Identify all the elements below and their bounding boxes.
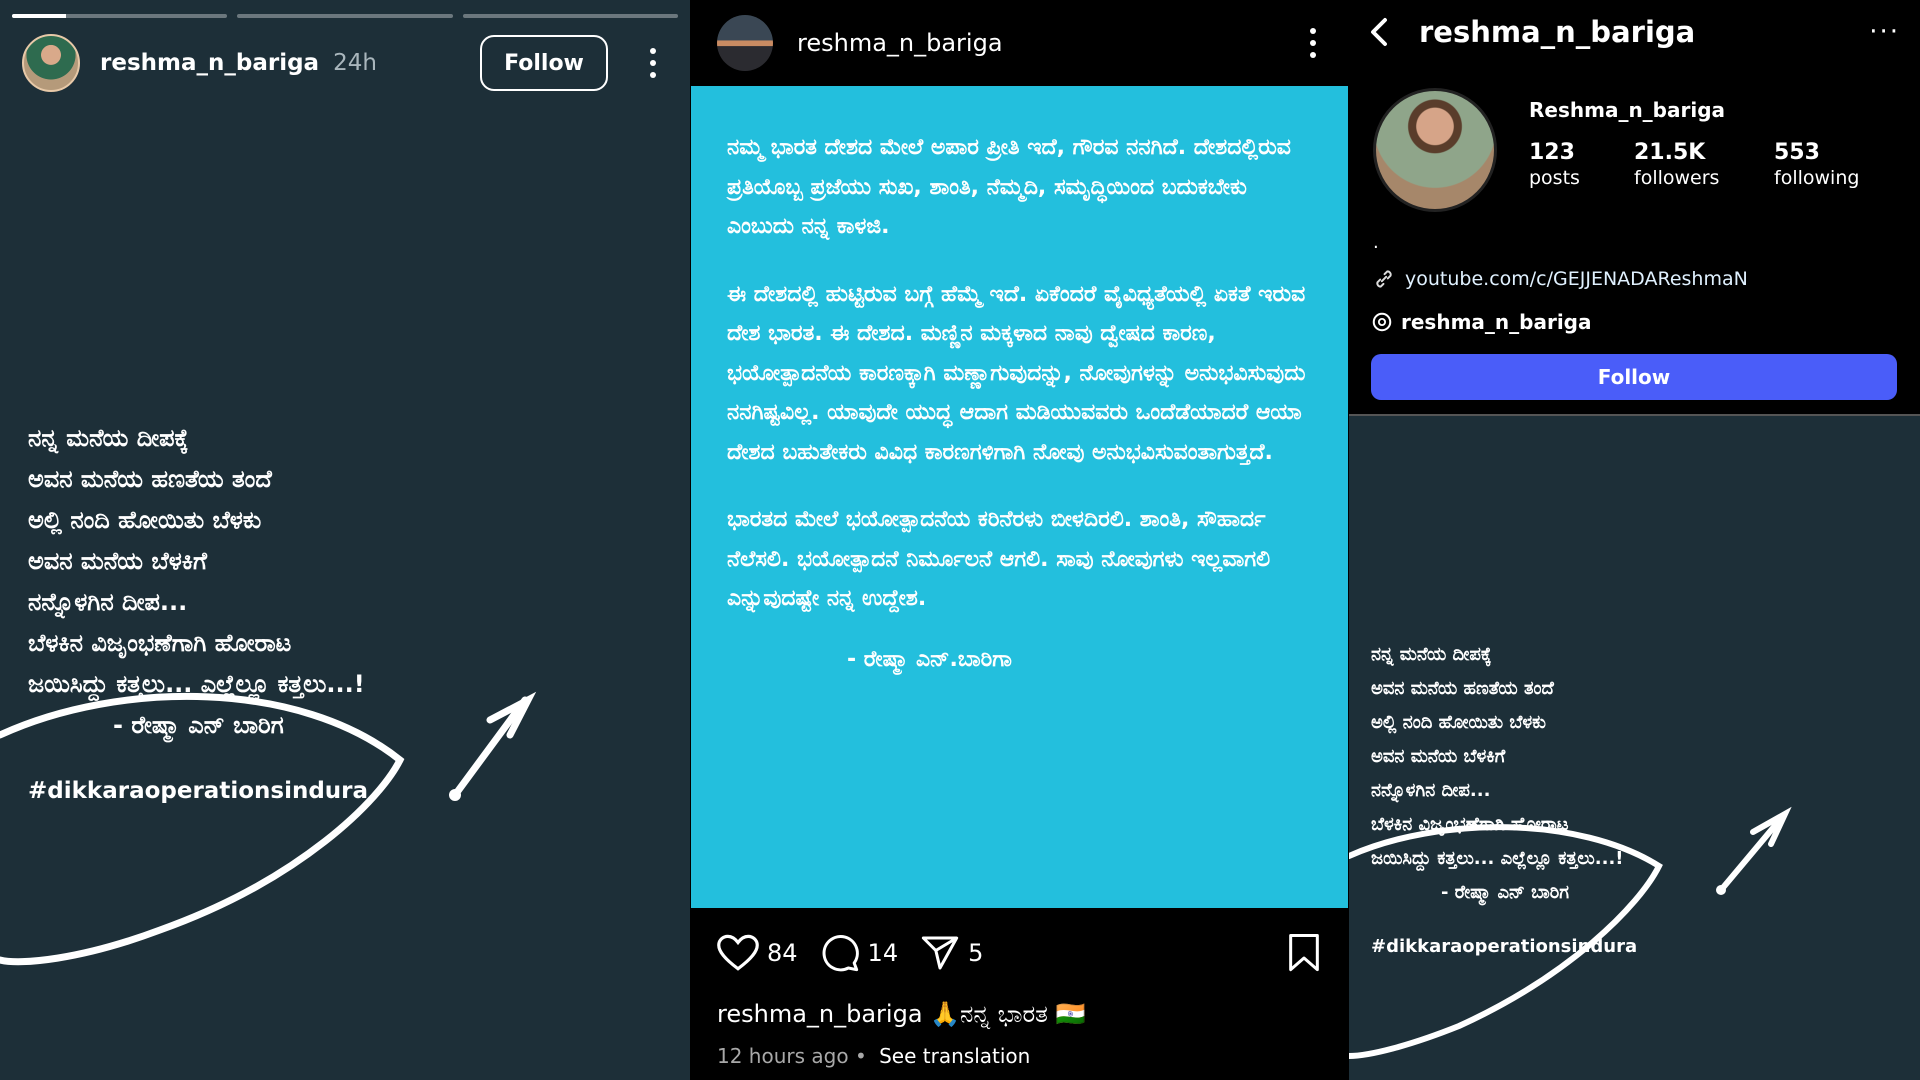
profile-follow-button[interactable]: Follow bbox=[1371, 354, 1897, 400]
grid-poem: ನನ್ನ ಮನೆಯ ದೀಪಕ್ಕೆ ಅವನ ಮನೆಯ ಹಣತೆಯ ತಂದೆ ಅಲ… bbox=[1371, 638, 1624, 910]
send-icon bbox=[921, 936, 959, 970]
followers-stat[interactable]: 21.5K followers bbox=[1634, 140, 1719, 189]
likes-count: 84 bbox=[767, 939, 798, 967]
followers-count: 21.5K bbox=[1634, 140, 1706, 165]
posts-label: posts bbox=[1529, 167, 1580, 189]
following-count: 553 bbox=[1774, 140, 1820, 165]
shares-count: 5 bbox=[968, 939, 984, 967]
post-paragraph: ಈ ದೇಶದಲ್ಲಿ ಹುಟ್ಟಿರುವ ಬಗ್ಗೆ ಹೆಮ್ಮೆ ಇದೆ. ಏ… bbox=[727, 281, 1306, 465]
profile-bio: . bbox=[1373, 232, 1379, 253]
meta-separator: • bbox=[854, 1044, 867, 1068]
story-username[interactable]: reshma_n_bariga bbox=[100, 50, 319, 76]
story-avatar[interactable] bbox=[22, 34, 80, 92]
like-action[interactable]: 84 bbox=[717, 933, 798, 973]
post-paragraph: ನಮ್ಮ ಭಾರತ ದೇಶದ ಮೇಲೆ ಅಪಾರ ಪ್ರೀತಿ ಇದೆ, ಗೌರ… bbox=[727, 135, 1291, 239]
story-progress-segment bbox=[462, 14, 678, 18]
post-header: reshma_n_bariga bbox=[691, 0, 1348, 86]
post-paragraph: ಭಾರತದ ಮೇಲೆ ಭಯೋತ್ಪಾದನೆಯ ಕರಿನೆರಳು ಬೀಳದಿರಲಿ… bbox=[727, 507, 1271, 611]
posts-stat[interactable]: 123 posts bbox=[1529, 140, 1580, 189]
back-button[interactable] bbox=[1361, 14, 1397, 50]
profile-header: reshma_n_bariga ··· bbox=[1349, 0, 1920, 64]
post-more-icon[interactable] bbox=[1298, 28, 1328, 58]
profile-link-text[interactable]: youtube.com/c/GEJJENADAReshmaN bbox=[1405, 268, 1748, 290]
post-image[interactable]: ನಮ್ಮ ಭಾರತ ದೇಶದ ಮೇಲೆ ಅಪಾರ ಪ್ರೀತಿ ಇದೆ, ಗೌರ… bbox=[691, 86, 1348, 908]
posts-count: 123 bbox=[1529, 140, 1575, 165]
poem-line: ಅವನ ಮನೆಯ ಹಣತೆಯ ತಂದೆ bbox=[1371, 678, 1554, 699]
story-follow-button[interactable]: Follow bbox=[480, 35, 608, 91]
threads-handle[interactable]: reshma_n_bariga bbox=[1401, 310, 1592, 334]
post-actions: 84 14 5 bbox=[691, 908, 1348, 998]
profile-name: Reshma_n_bariga bbox=[1529, 98, 1726, 122]
story-time: 24h bbox=[333, 50, 377, 76]
more-icon[interactable]: ··· bbox=[1869, 17, 1900, 47]
poem-line: ಅವನ ಮನೆಯ ಬೆಳಕಿಗೆ bbox=[1371, 746, 1506, 767]
poem-line: ನನ್ನೊಳಗಿನ ದೀಪ... bbox=[1371, 780, 1491, 801]
comments-count: 14 bbox=[867, 939, 899, 967]
comment-icon bbox=[822, 935, 859, 972]
profile-title: reshma_n_bariga bbox=[1419, 15, 1696, 49]
grid-hashtag: #dikkaraoperationsindura bbox=[1371, 936, 1638, 957]
story-panel: reshma_n_bariga 24h Follow ನನ್ನ ಮನೆಯ ದೀಪ… bbox=[0, 0, 690, 1080]
caption-text: 🙏ನನ್ನ ಭಾರತ 🇮🇳 bbox=[922, 1000, 1086, 1028]
post-signature: - ರೇಷ್ಮಾ ಎನ್.ಬಾರಿಗಾ bbox=[847, 646, 1012, 672]
poem-line: ಅವನ ಮನೆಯ ಬೆಳಕಿಗೆ bbox=[28, 547, 207, 575]
poem-line: ಅಲ್ಲಿ ನಂದಿ ಹೋಯಿತು ಬೆಳಕು bbox=[28, 506, 262, 534]
followers-label: followers bbox=[1634, 167, 1720, 189]
story-more-icon[interactable] bbox=[638, 48, 668, 78]
post-panel: reshma_n_bariga ನಮ್ಮ ಭಾರತ ದೇಶದ ಮೇಲೆ ಅಪಾರ… bbox=[691, 0, 1348, 1080]
poem-line: ಜಯಿಸಿದ್ದು ಕತ್ತಲು... ಎಲ್ಲೆಲ್ಲೂ ಕತ್ತಲು...! bbox=[1371, 848, 1624, 869]
story-progress-segment bbox=[237, 14, 453, 18]
back-icon bbox=[1371, 18, 1387, 46]
post-username[interactable]: reshma_n_bariga bbox=[797, 29, 1003, 57]
poem-signature: - ರೇಷ್ಮಾ ಎನ್ ಬಾರಿಗ bbox=[1441, 882, 1570, 903]
story-poem: ನನ್ನ ಮನೆಯ ದೀಪಕ್ಕೆ ಅವನ ಮನೆಯ ಹಣತೆಯ ತಂದೆ ಅಲ… bbox=[28, 418, 365, 746]
post-time: 12 hours ago bbox=[717, 1044, 849, 1068]
story-header: reshma_n_bariga 24h Follow bbox=[22, 32, 668, 94]
comment-action[interactable]: 14 bbox=[820, 933, 899, 973]
threads-icon bbox=[1372, 312, 1392, 332]
link-icon bbox=[1376, 270, 1392, 288]
share-action[interactable]: 5 bbox=[920, 933, 983, 973]
poem-line: ಅಲ್ಲಿ ನಂದಿ ಹೋಯಿತು ಬೆಳಕು bbox=[1371, 712, 1546, 733]
caption-username[interactable]: reshma_n_bariga bbox=[717, 1000, 923, 1028]
following-label: following bbox=[1774, 167, 1860, 189]
profile-panel: reshma_n_bariga ··· Reshma_n_bariga 123 … bbox=[1349, 0, 1920, 1080]
profile-link[interactable]: youtube.com/c/GEJJENADAReshmaN bbox=[1371, 266, 1748, 292]
poem-line: ಜಯಿಸಿದ್ದು ಕತ್ತಲು... ಎಲ್ಲೆಲ್ಲೂ ಕತ್ತಲು...! bbox=[28, 670, 365, 698]
profile-avatar[interactable] bbox=[1373, 88, 1497, 212]
post-caption: reshma_n_bariga 🙏ನನ್ನ ಭಾರತ 🇮🇳 bbox=[691, 1000, 1348, 1028]
poem-signature: - ರೇಷ್ಮಾ ಎನ್ ಬಾರಿಗ bbox=[113, 711, 284, 739]
poem-line: ಅವನ ಮನೆಯ ಹಣತೆಯ ತಂದೆ bbox=[28, 465, 272, 493]
see-translation-link[interactable]: See translation bbox=[879, 1044, 1030, 1068]
bookmark-icon[interactable] bbox=[1286, 933, 1322, 973]
poem-line: ಬೆಳಕಿನ ವಿಜೃಂಭಣೆಗಾಗಿ ಹೋರಾಟ bbox=[1371, 814, 1569, 835]
story-hashtag[interactable]: #dikkaraoperationsindura bbox=[28, 778, 368, 804]
story-progress bbox=[12, 14, 678, 18]
story-progress-segment bbox=[12, 14, 228, 18]
poem-line: ನನ್ನೊಳಗಿನ ದೀಪ... bbox=[28, 588, 188, 616]
following-stat[interactable]: 553 following bbox=[1774, 140, 1859, 189]
profile-grid-post[interactable]: ನನ್ನ ಮನೆಯ ದೀಪಕ್ಕೆ ಅವನ ಮನೆಯ ಹಣತೆಯ ತಂದೆ ಅಲ… bbox=[1349, 414, 1920, 1080]
poem-line: ಬೆಳಕಿನ ವಿಜೃಂಭಣೆಗಾಗಿ ಹೋರಾಟ bbox=[28, 629, 292, 657]
post-avatar[interactable] bbox=[717, 15, 773, 71]
threads-badge[interactable]: reshma_n_bariga bbox=[1371, 310, 1592, 334]
poem-line: ನನ್ನ ಮನೆಯ ದೀಪಕ್ಕೆ bbox=[28, 424, 189, 452]
post-meta: 12 hours ago • See translation bbox=[691, 1044, 1348, 1068]
heart-icon bbox=[717, 934, 759, 971]
poem-line: ನನ್ನ ಮನೆಯ ದೀಪಕ್ಕೆ bbox=[1371, 644, 1492, 665]
